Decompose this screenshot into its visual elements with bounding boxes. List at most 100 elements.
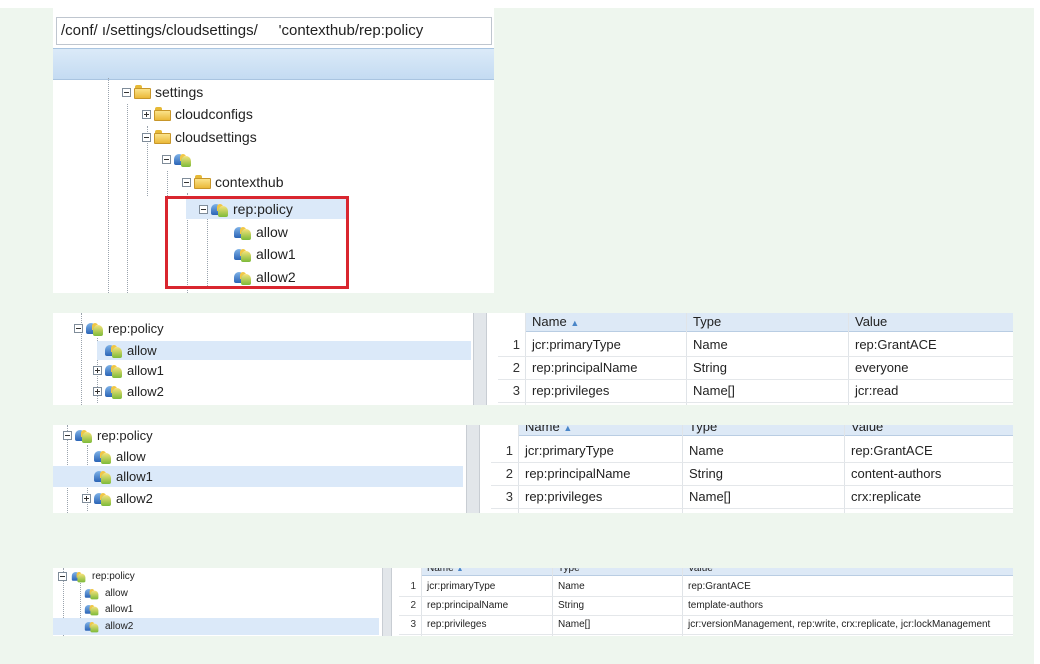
collapse-icon[interactable] <box>74 323 83 333</box>
grid-header <box>525 313 1013 332</box>
principal-node-icon <box>94 490 112 506</box>
collapse-icon[interactable] <box>182 177 191 187</box>
expand-icon[interactable] <box>93 365 102 375</box>
tree-node-settings[interactable]: settings <box>122 84 203 100</box>
expand-icon[interactable] <box>93 386 102 396</box>
row-number: 1 <box>410 581 416 592</box>
property-value: rep:GrantACE <box>855 337 937 352</box>
principal-node-icon <box>94 468 112 484</box>
column-header-type[interactable]: Type <box>693 314 721 329</box>
tree-node-allow[interactable]: allow <box>83 585 128 601</box>
tree-node-label: contexthub <box>215 174 284 190</box>
property-type: String <box>693 360 727 375</box>
sort-ascending-icon: ▲ <box>563 425 573 433</box>
tree-node-unnamed-principal[interactable] <box>162 151 192 167</box>
column-header-value[interactable]: Value <box>851 425 883 434</box>
highlight-box <box>165 196 349 289</box>
principal-node-icon <box>94 448 112 464</box>
collapse-icon[interactable] <box>122 87 131 97</box>
tree-node-label: allow1 <box>105 603 134 615</box>
panel-splitter[interactable] <box>466 425 480 513</box>
grid-header <box>421 568 1013 576</box>
tree-node-label: allow <box>127 342 157 358</box>
principal-node-icon <box>86 320 104 336</box>
expand-icon[interactable] <box>142 109 151 119</box>
column-header-type[interactable]: Type <box>689 425 717 434</box>
crxde-tree-panel: /conf/ ı/settings/cloudsettings/ 'contex… <box>53 8 494 293</box>
collapse-icon[interactable] <box>58 571 67 581</box>
tree-node-label: settings <box>155 84 204 100</box>
property-type: String <box>689 466 723 481</box>
tree-node-label: allow2 <box>127 383 164 399</box>
property-value: everyone <box>855 360 909 375</box>
path-input[interactable]: /conf/ ı/settings/cloudsettings/ 'contex… <box>56 17 492 45</box>
collapse-icon[interactable] <box>162 154 171 164</box>
tree-node-allow1[interactable]: allow1 <box>83 601 133 617</box>
property-name: rep:principalName <box>427 600 509 611</box>
folder-icon <box>154 130 171 144</box>
property-value: rep:GrantACE <box>688 581 751 592</box>
tree-node-rep-policy[interactable]: rep:policy <box>74 320 164 336</box>
collapse-icon[interactable] <box>142 132 151 142</box>
tree-node-label: allow <box>116 448 146 464</box>
properties-grid: Name ▲ Type Value 1 jcr:primaryType Name… <box>491 425 1013 513</box>
property-value: rep:GrantACE <box>851 443 933 458</box>
tree-node-label: allow1 <box>127 362 164 378</box>
tree-node-allow1[interactable]: allow1 <box>93 362 164 378</box>
principal-node-icon <box>105 342 123 358</box>
tree-node-rep-policy[interactable]: rep:policy <box>58 568 135 584</box>
tree-node-label: cloudconfigs <box>175 106 253 122</box>
grid-header <box>518 425 1013 436</box>
row-number: 2 <box>505 466 513 481</box>
row-number: 3 <box>505 489 513 504</box>
acl-panel-allow2: rep:policy allow allow1 allow2 Name ▲ Ty… <box>53 568 1013 636</box>
row-number: 2 <box>512 360 520 375</box>
tree-node-cloudconfigs[interactable]: cloudconfigs <box>142 106 253 122</box>
collapse-icon[interactable] <box>63 430 72 440</box>
tree-node-allow2[interactable]: allow2 <box>83 618 133 634</box>
column-header-name[interactable]: Name ▲ <box>532 314 579 329</box>
panel-splitter[interactable] <box>473 313 487 405</box>
row-number: 3 <box>512 383 520 398</box>
tree-node-rep-policy[interactable]: rep:policy <box>63 427 153 443</box>
sort-ascending-icon: ▲ <box>570 318 580 328</box>
tree-node-allow[interactable]: allow <box>105 342 157 358</box>
tree-node-cloudsettings[interactable]: cloudsettings <box>142 129 257 145</box>
folder-icon <box>154 107 171 121</box>
expand-icon[interactable] <box>82 493 91 503</box>
column-header-type[interactable]: Type <box>558 568 580 574</box>
tree-node-label: rep:policy <box>108 320 164 336</box>
tree-node-allow[interactable]: allow <box>94 448 146 464</box>
tree-node-allow1[interactable]: allow1 <box>94 468 153 484</box>
row-number: 3 <box>410 619 416 630</box>
tree-node-label: allow2 <box>116 490 153 506</box>
principal-node-icon <box>84 587 99 600</box>
tree-node-label: allow2 <box>105 620 134 632</box>
tree-node-allow2[interactable]: allow2 <box>93 383 164 399</box>
row-number: 1 <box>512 337 520 352</box>
property-type: Name[] <box>689 489 731 504</box>
tree-node-allow2[interactable]: allow2 <box>82 490 153 506</box>
property-type: Name <box>558 581 585 592</box>
tree-node-contexthub[interactable]: contexthub <box>182 174 284 190</box>
property-value: content-authors <box>851 466 942 481</box>
property-type: String <box>558 600 585 611</box>
property-name: jcr:primaryType <box>427 581 496 592</box>
column-header-value[interactable]: Value <box>855 314 887 329</box>
acl-panel-allow1: rep:policy allow allow1 allow2 Name ▲ Ty… <box>53 425 1013 513</box>
property-name: rep:privileges <box>427 619 487 630</box>
property-name: rep:privileges <box>532 383 610 398</box>
property-value: jcr:versionManagement, rep:write, crx:re… <box>688 619 991 630</box>
toolbar-strip <box>53 48 494 80</box>
column-header-value[interactable]: Value <box>688 568 713 574</box>
column-header-name[interactable]: Name ▲ <box>427 568 463 574</box>
folder-icon <box>134 85 151 99</box>
panel-splitter[interactable] <box>382 568 392 636</box>
principal-node-icon <box>84 603 99 616</box>
property-name: jcr:primaryType <box>525 443 614 458</box>
principal-node-icon <box>105 383 123 399</box>
tree-node-label: allow <box>105 587 128 599</box>
acl-panel-allow: rep:policy allow allow1 allow2 Name ▲ Ty… <box>53 313 1013 405</box>
property-value: template-authors <box>688 600 764 611</box>
column-header-name[interactable]: Name ▲ <box>525 425 572 434</box>
